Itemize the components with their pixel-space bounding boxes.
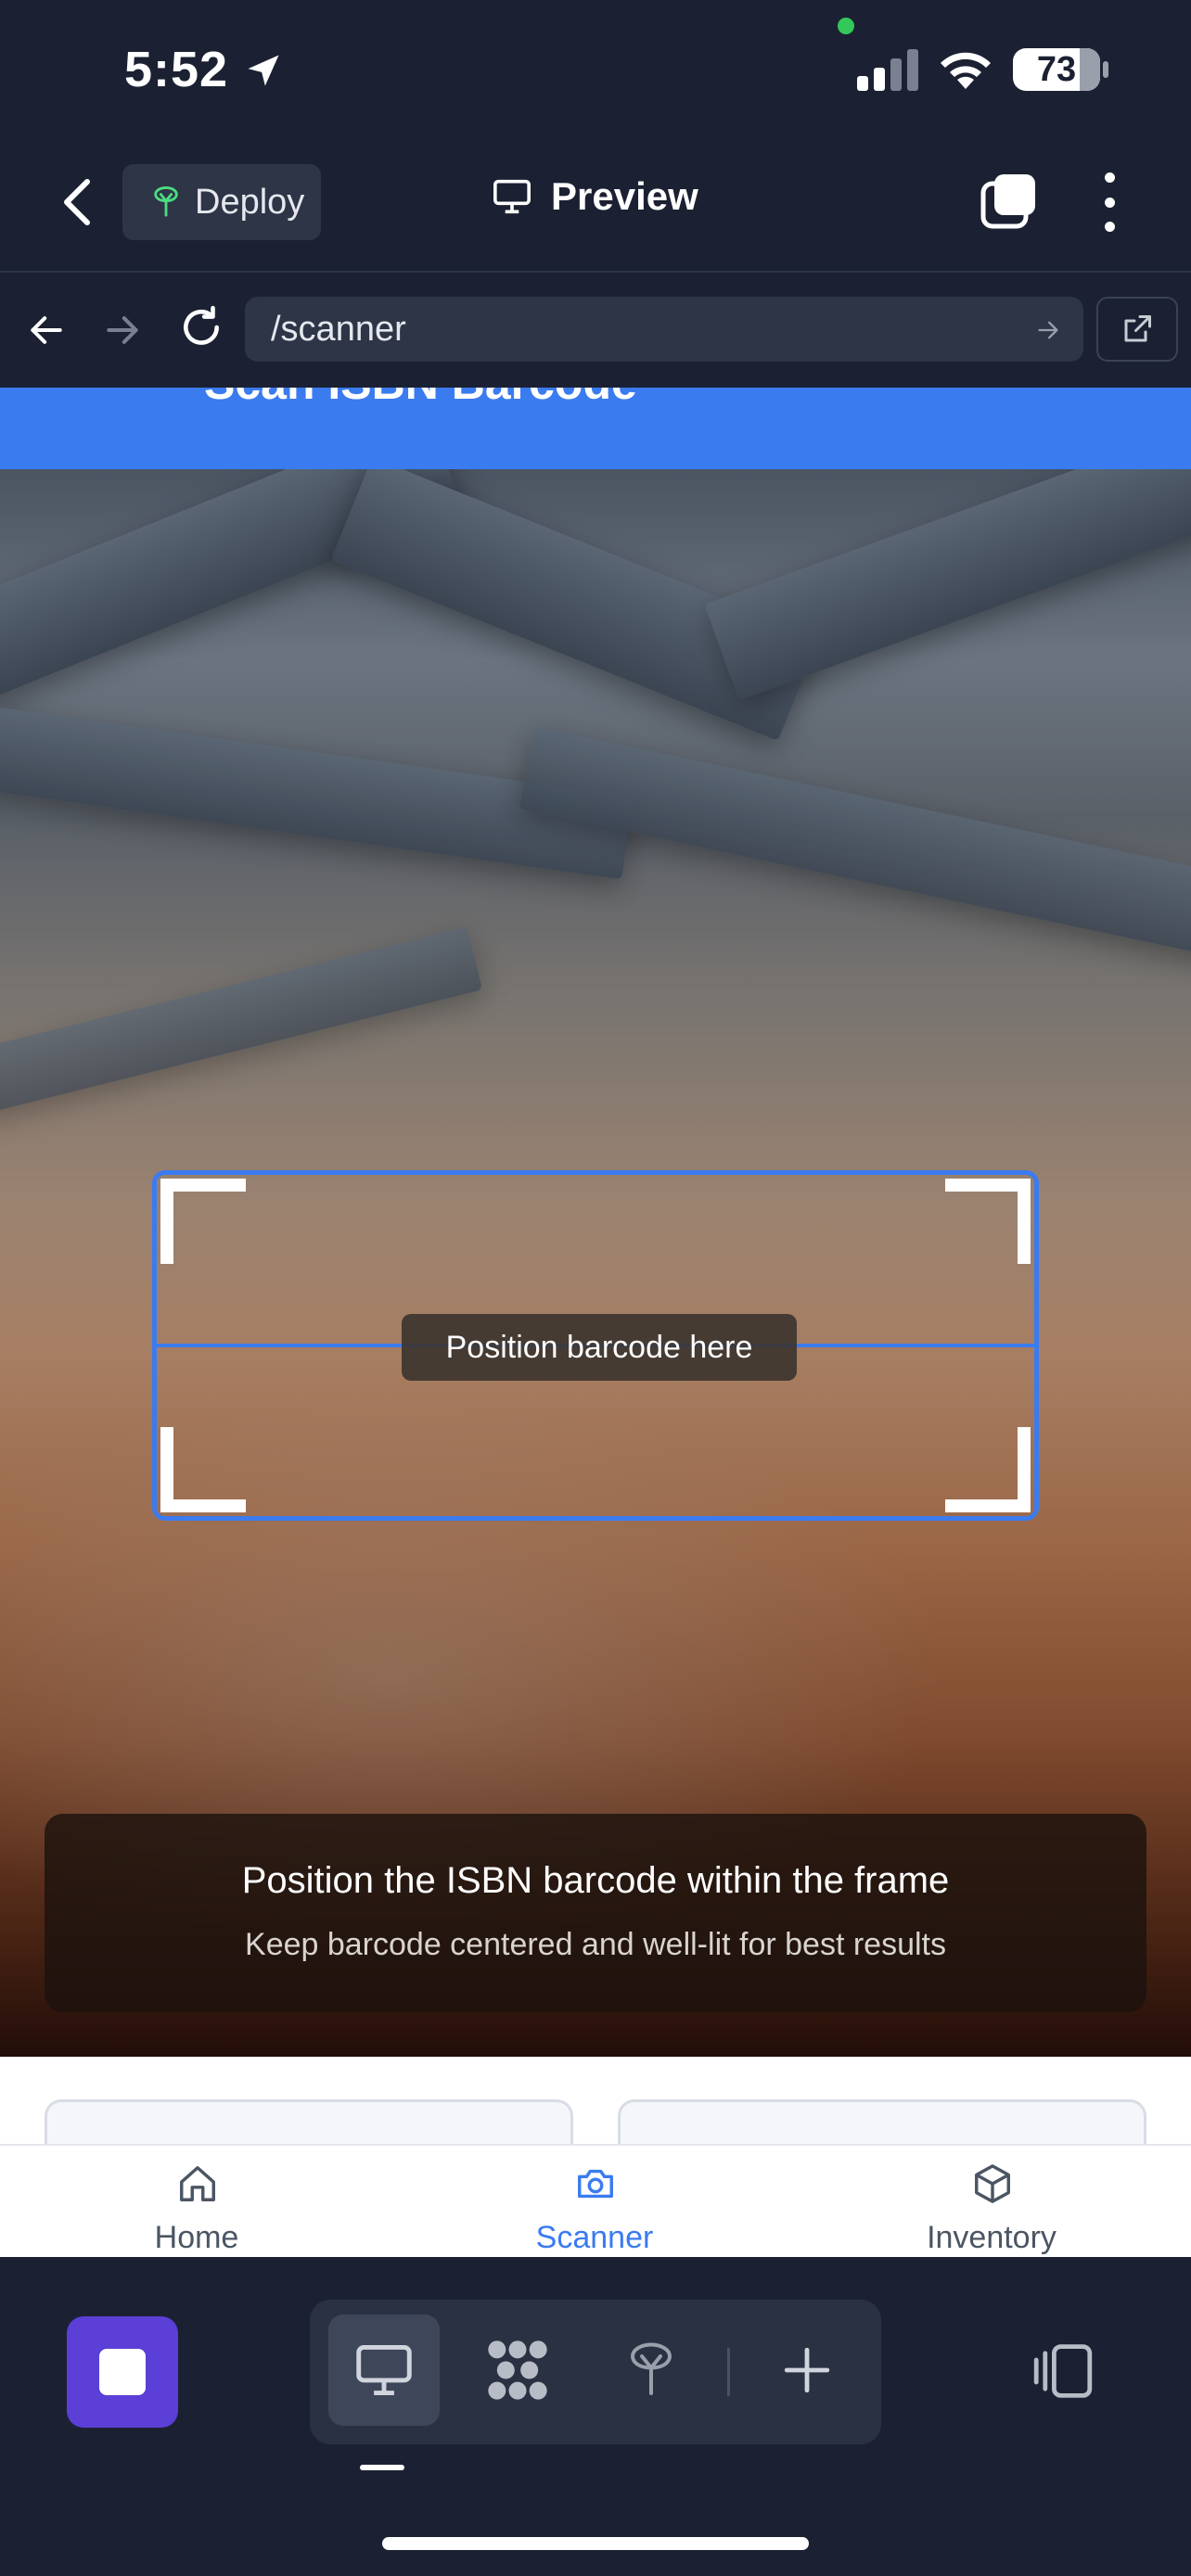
cellular-signal-icon (857, 49, 918, 91)
tab-home[interactable]: Home (58, 2146, 336, 2259)
browser-toolbar: /scanner (0, 274, 1191, 386)
scanner-page-header: Scan ISBN Barcode (0, 388, 1191, 469)
camera-icon (578, 2169, 613, 2199)
battery-level: 73 (1036, 50, 1077, 89)
deploy-label: Deploy (195, 182, 305, 222)
preview-title: Preview (492, 174, 698, 219)
monitor-icon (356, 2345, 412, 2395)
deploy-icon (154, 186, 178, 217)
privacy-indicator-dot (838, 18, 854, 34)
open-external-button[interactable] (1096, 297, 1178, 362)
stop-button[interactable] (67, 2316, 178, 2428)
tab-inventory-label: Inventory (927, 2220, 1057, 2255)
active-tool-indicator (360, 2465, 404, 2470)
status-time: 5:52 (124, 42, 229, 97)
box-icon (975, 2164, 1010, 2203)
deploy-button[interactable]: Deploy (122, 164, 321, 240)
preview-title-text: Preview (551, 174, 698, 218)
external-link-icon (1124, 315, 1151, 342)
camera-scene (704, 469, 1191, 701)
tab-inventory[interactable]: Inventory (852, 2146, 1131, 2259)
more-options-icon[interactable] (1091, 172, 1128, 232)
tab-scanner-label: Scanner (535, 2220, 654, 2255)
plus-icon (784, 2347, 830, 2393)
tool-group (310, 2300, 881, 2444)
scan-frame: Position barcode here (152, 1170, 1039, 1521)
home-indicator (382, 2537, 809, 2550)
frame-corner (945, 1427, 1031, 1512)
location-arrow-icon (248, 55, 279, 86)
add-tool-button[interactable] (751, 2315, 863, 2426)
instruction-subtitle: Keep barcode centered and well-lit for b… (245, 1927, 946, 1962)
tab-scanner[interactable]: Scanner (455, 2146, 734, 2259)
nav-back-icon[interactable] (26, 310, 67, 351)
back-chevron-icon[interactable] (56, 176, 102, 228)
tabs-icon[interactable] (980, 172, 1037, 230)
nodes-icon (488, 2340, 547, 2400)
tab-home-label: Home (154, 2220, 239, 2255)
status-bar: 5:52 73 (0, 0, 1191, 139)
reload-icon[interactable] (178, 304, 224, 351)
battery-tip (1103, 61, 1108, 78)
home-icon (180, 2166, 215, 2201)
frame-corner (945, 1179, 1031, 1264)
go-arrow-icon[interactable] (1035, 317, 1061, 343)
app-header: Deploy Preview (0, 139, 1191, 273)
instruction-title: Position the ISBN barcode within the fra… (241, 1860, 950, 1901)
web-preview: Scan ISBN Barcode Position barcode here … (0, 388, 1191, 2257)
frame-corner (160, 1179, 246, 1264)
wifi-icon (941, 52, 991, 89)
panels-icon[interactable] (1030, 2340, 1096, 2402)
deploy-icon (630, 2342, 672, 2395)
stop-icon (99, 2349, 146, 2395)
instruction-box: Position the ISBN barcode within the fra… (45, 1814, 1146, 2012)
url-text: /scanner (271, 310, 406, 349)
frame-label: Position barcode here (402, 1314, 797, 1381)
bottom-toolbar (0, 2257, 1191, 2576)
workflow-tool-button[interactable] (462, 2315, 573, 2426)
scanner-page-title: Scan ISBN Barcode (204, 388, 637, 410)
frame-corner (160, 1427, 246, 1512)
monitor-icon (493, 179, 531, 214)
nav-forward-icon[interactable] (102, 310, 143, 351)
toolbar-divider (727, 2348, 730, 2396)
url-input[interactable]: /scanner (245, 297, 1083, 362)
camera-scene (0, 926, 483, 1116)
battery-indicator: 73 (1013, 48, 1100, 91)
deploy-tool-button[interactable] (596, 2315, 707, 2426)
preview-tool-button[interactable] (328, 2315, 440, 2426)
bottom-tab-bar: Home Scanner Inventory (0, 2144, 1191, 2257)
camera-feed: Position barcode here Position the ISBN … (0, 469, 1191, 2057)
